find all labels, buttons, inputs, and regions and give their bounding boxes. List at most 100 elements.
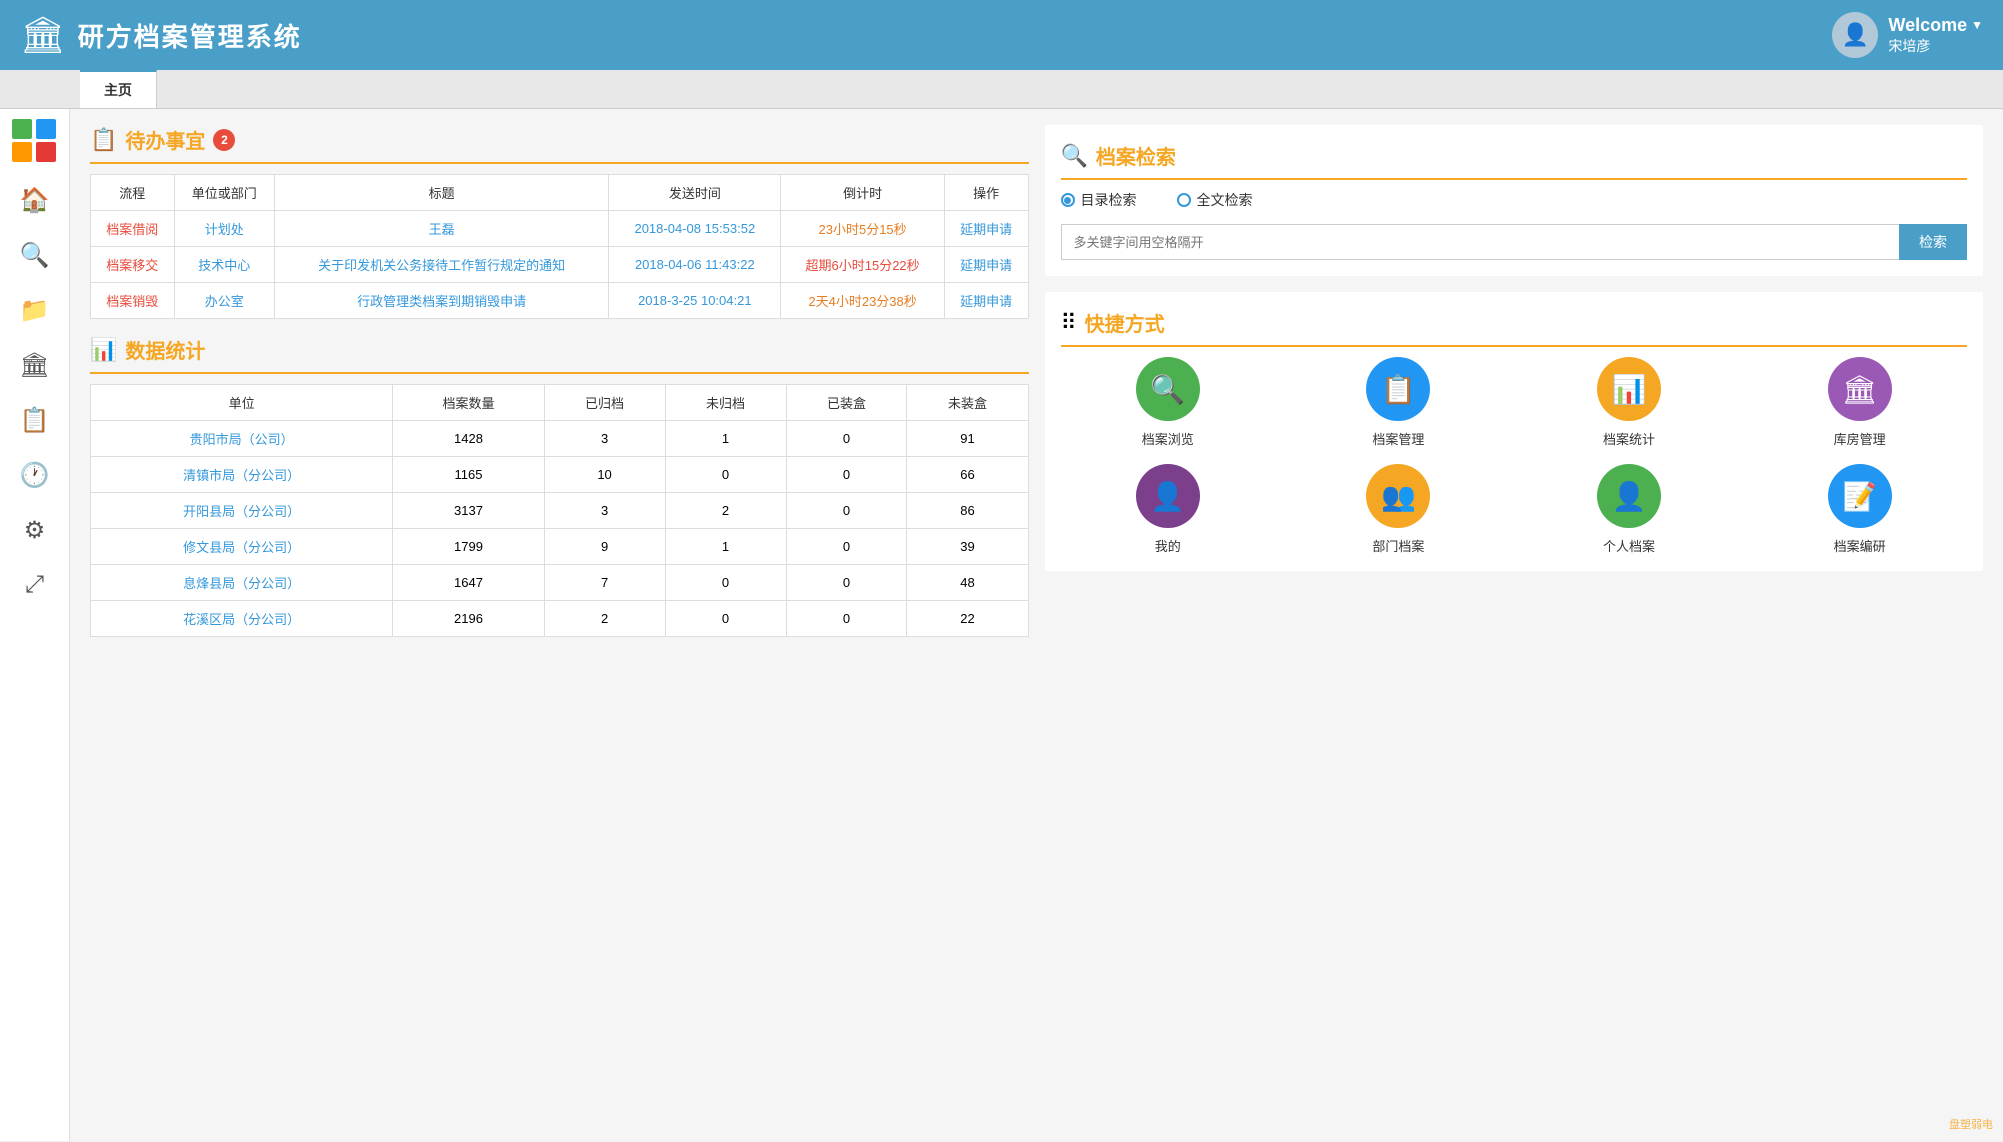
pending-action[interactable]: 延期申请 <box>944 247 1028 283</box>
col-countdown: 倒计时 <box>781 175 945 211</box>
sidebar-document-icon[interactable]: 📋 <box>10 395 60 445</box>
sidebar: 🏠 🔍 📁 🏛 📋 🕐 ⚙ ⤢ <box>0 109 70 1141</box>
watermark: 盘塑弱电 <box>1949 1116 1993 1132</box>
shortcut-item-3[interactable]: 🏛 库房管理 <box>1752 357 1967 448</box>
col-process: 流程 <box>91 175 175 211</box>
stats-row: 贵阳市局（公司） 1428 3 1 0 91 <box>91 421 1029 457</box>
stats-row: 息烽县局（分公司） 1647 7 0 0 48 <box>91 565 1029 601</box>
sidebar-folder-icon[interactable]: 📁 <box>10 285 60 335</box>
pending-process: 档案销毁 <box>91 283 175 319</box>
shortcut-label-7: 档案编研 <box>1834 536 1886 555</box>
right-panel: 🔍 档案检索 目录检索 全文检索 检索 <box>1045 125 1984 1125</box>
shortcut-icon-4: 👤 <box>1136 464 1200 528</box>
pending-sendtime: 2018-04-06 11:43:22 <box>609 247 781 283</box>
search-button[interactable]: 检索 <box>1899 224 1967 260</box>
stats-col-unit: 单位 <box>91 385 393 421</box>
pending-dept[interactable]: 办公室 <box>174 283 274 319</box>
shortcuts-icon: ⠿ <box>1061 310 1077 336</box>
stats-unit[interactable]: 花溪区局（分公司） <box>91 601 393 637</box>
stats-archived: 2 <box>544 601 665 637</box>
sidebar-search-icon[interactable]: 🔍 <box>10 230 60 280</box>
stats-total: 1647 <box>393 565 544 601</box>
pending-countdown: 2天4小时23分38秒 <box>781 283 945 319</box>
stats-boxed: 0 <box>786 601 907 637</box>
stats-row: 修文县局（分公司） 1799 9 1 0 39 <box>91 529 1029 565</box>
stats-unit[interactable]: 开阳县局（分公司） <box>91 493 393 529</box>
stats-unit[interactable]: 贵阳市局（公司） <box>91 421 393 457</box>
pending-title[interactable]: 王磊 <box>274 211 608 247</box>
pending-row: 档案销毁 办公室 行政管理类档案到期销毁申请 2018-3-25 10:04:2… <box>91 283 1029 319</box>
color-block-red <box>36 142 56 162</box>
pending-title[interactable]: 行政管理类档案到期销毁申请 <box>274 283 608 319</box>
stats-boxed: 0 <box>786 457 907 493</box>
pending-underline <box>90 162 1029 164</box>
sidebar-clock-icon[interactable]: 🕐 <box>10 450 60 500</box>
header-right[interactable]: 👤 Welcome ▼ 宋培彦 <box>1832 12 1983 58</box>
sidebar-settings-icon[interactable]: ⚙ <box>10 505 60 555</box>
content-area: 📋 待办事宜 2 流程 单位或部门 标题 发送时间 倒计时 操作 <box>70 109 2003 1141</box>
shortcut-label-3: 库房管理 <box>1834 429 1886 448</box>
nav-tabs: 主页 <box>0 70 2003 109</box>
shortcut-label-2: 档案统计 <box>1603 429 1655 448</box>
shortcut-icon-2: 📊 <box>1597 357 1661 421</box>
shortcut-item-4[interactable]: 👤 我的 <box>1061 464 1276 555</box>
sidebar-home-icon[interactable]: 🏠 <box>10 175 60 225</box>
stats-row: 清镇市局（分公司） 1165 10 0 0 66 <box>91 457 1029 493</box>
pending-sendtime: 2018-3-25 10:04:21 <box>609 283 781 319</box>
col-action: 操作 <box>944 175 1028 211</box>
stats-unarchived: 0 <box>665 601 786 637</box>
dropdown-arrow-icon[interactable]: ▼ <box>1971 18 1983 32</box>
stats-unarchived: 1 <box>665 529 786 565</box>
pending-action[interactable]: 延期申请 <box>944 211 1028 247</box>
shortcut-item-1[interactable]: 📋 档案管理 <box>1291 357 1506 448</box>
shortcut-icon-6: 👤 <box>1597 464 1661 528</box>
radio-fulltext[interactable]: 全文检索 <box>1177 190 1253 210</box>
shortcut-item-7[interactable]: 📝 档案编研 <box>1752 464 1967 555</box>
stats-unarchived: 0 <box>665 457 786 493</box>
welcome-block[interactable]: Welcome ▼ 宋培彦 <box>1888 15 1983 56</box>
shortcut-icon-7: 📝 <box>1828 464 1892 528</box>
radio-fulltext-dot <box>1177 193 1191 207</box>
shortcut-item-5[interactable]: 👥 部门档案 <box>1291 464 1506 555</box>
stats-row: 花溪区局（分公司） 2196 2 0 0 22 <box>91 601 1029 637</box>
color-block-blue <box>36 119 56 139</box>
stats-col-unboxed: 未装盒 <box>907 385 1028 421</box>
app-title: 研方档案管理系统 <box>78 17 302 54</box>
shortcut-item-0[interactable]: 🔍 档案浏览 <box>1061 357 1276 448</box>
stats-archived: 7 <box>544 565 665 601</box>
stats-archived: 9 <box>544 529 665 565</box>
stats-unit[interactable]: 清镇市局（分公司） <box>91 457 393 493</box>
stats-unarchived: 2 <box>665 493 786 529</box>
search-input[interactable] <box>1061 224 1900 260</box>
sidebar-building-icon[interactable]: 🏛 <box>10 340 60 390</box>
left-panel: 📋 待办事宜 2 流程 单位或部门 标题 发送时间 倒计时 操作 <box>90 125 1029 1125</box>
radio-catalog[interactable]: 目录检索 <box>1061 190 1137 210</box>
stats-unit[interactable]: 修文县局（分公司） <box>91 529 393 565</box>
stats-unboxed: 86 <box>907 493 1028 529</box>
pending-action[interactable]: 延期申请 <box>944 283 1028 319</box>
stats-boxed: 0 <box>786 565 907 601</box>
sidebar-expand-icon[interactable]: ⤢ <box>10 560 60 610</box>
color-block-green <box>12 119 32 139</box>
stats-unit[interactable]: 息烽县局（分公司） <box>91 565 393 601</box>
shortcut-item-6[interactable]: 👤 个人档案 <box>1522 464 1737 555</box>
stats-unboxed: 48 <box>907 565 1028 601</box>
shortcut-icon-0: 🔍 <box>1136 357 1200 421</box>
search-header: 🔍 档案检索 <box>1061 141 1968 170</box>
radio-catalog-dot <box>1061 193 1075 207</box>
shortcut-icon-1: 📋 <box>1366 357 1430 421</box>
search-title: 档案检索 <box>1096 141 1176 170</box>
pending-dept[interactable]: 技术中心 <box>174 247 274 283</box>
shortcut-label-0: 档案浏览 <box>1142 429 1194 448</box>
color-block-orange <box>12 142 32 162</box>
stats-title: 数据统计 <box>125 335 205 364</box>
tab-home[interactable]: 主页 <box>80 70 157 108</box>
stats-col-unarchived: 未归档 <box>665 385 786 421</box>
stats-underline <box>90 372 1029 374</box>
search-input-row: 检索 <box>1061 224 1968 260</box>
pending-table: 流程 单位或部门 标题 发送时间 倒计时 操作 档案借阅 计划处 王磊 2018… <box>90 174 1029 319</box>
pending-dept[interactable]: 计划处 <box>174 211 274 247</box>
pending-title[interactable]: 关于印发机关公务接待工作暂行规定的通知 <box>274 247 608 283</box>
shortcut-item-2[interactable]: 📊 档案统计 <box>1522 357 1737 448</box>
pending-header: 📋 待办事宜 2 <box>90 125 1029 154</box>
